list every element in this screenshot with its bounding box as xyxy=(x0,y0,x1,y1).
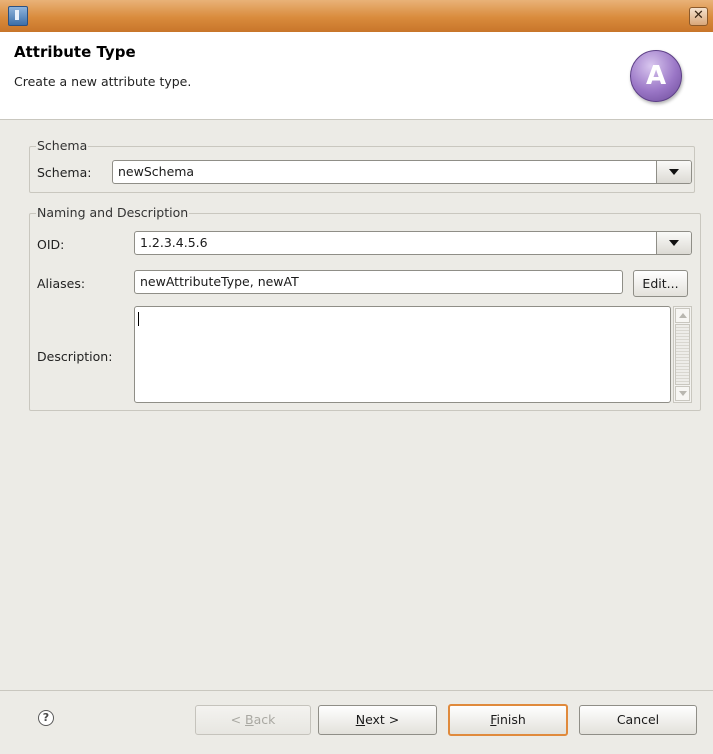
attribute-type-banner-icon: A xyxy=(630,50,682,102)
help-icon[interactable]: ? xyxy=(38,710,54,726)
schema-label: Schema: xyxy=(37,165,92,180)
oid-combo-value: 1.2.3.4.5.6 xyxy=(140,235,208,250)
next-rest: ext > xyxy=(365,712,400,727)
back-mnemonic: B xyxy=(245,712,254,727)
description-label: Description: xyxy=(37,349,113,364)
chevron-down-icon[interactable] xyxy=(656,161,691,183)
aliases-label: Aliases: xyxy=(37,276,86,291)
description-textarea[interactable] xyxy=(134,306,671,403)
oid-label: OID: xyxy=(37,237,65,252)
wizard-header: Attribute Type Create a new attribute ty… xyxy=(0,32,713,120)
scroll-up-icon[interactable] xyxy=(675,308,690,323)
schema-group-legend: Schema xyxy=(36,138,89,153)
banner-letter: A xyxy=(645,61,667,91)
title-bar[interactable]: ✕ xyxy=(0,0,713,32)
text-cursor xyxy=(138,312,139,326)
finish-button[interactable]: Finish xyxy=(448,704,568,736)
close-button[interactable]: ✕ xyxy=(689,7,708,26)
edit-aliases-button[interactable]: Edit... xyxy=(633,270,688,297)
footer-separator xyxy=(0,690,713,691)
next-mnemonic: N xyxy=(355,712,366,727)
scroll-down-icon[interactable] xyxy=(675,386,690,401)
wizard-window: ✕ Attribute Type Create a new attribute … xyxy=(0,0,713,754)
page-title: Attribute Type xyxy=(14,43,136,61)
cancel-button[interactable]: Cancel xyxy=(579,705,697,735)
back-prefix: < xyxy=(230,712,246,727)
schema-combo[interactable]: newSchema xyxy=(112,160,692,184)
aliases-value: newAttributeType, newAT xyxy=(140,274,299,289)
back-rest: ack xyxy=(253,712,276,727)
app-icon xyxy=(8,6,28,26)
scrollbar-thumb[interactable] xyxy=(675,324,690,385)
chevron-down-icon[interactable] xyxy=(656,232,691,254)
finish-rest: inish xyxy=(496,712,526,727)
schema-combo-value: newSchema xyxy=(118,164,195,179)
close-icon: ✕ xyxy=(693,8,704,23)
page-description: Create a new attribute type. xyxy=(14,74,192,89)
back-button[interactable]: < Back xyxy=(195,705,311,735)
oid-combo[interactable]: 1.2.3.4.5.6 xyxy=(134,231,692,255)
naming-group-legend: Naming and Description xyxy=(36,205,190,220)
next-button[interactable]: Next > xyxy=(318,705,437,735)
aliases-field[interactable]: newAttributeType, newAT xyxy=(134,270,623,294)
description-scrollbar[interactable] xyxy=(673,306,692,403)
